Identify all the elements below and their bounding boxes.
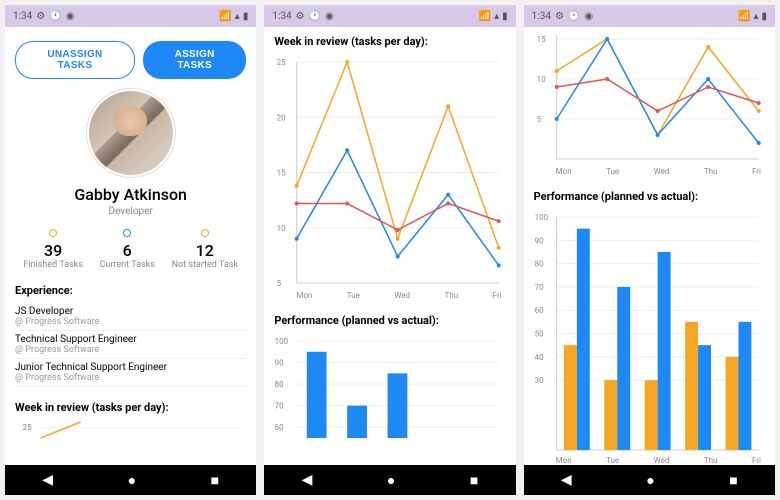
svg-text:100: 100	[275, 337, 289, 346]
x-axis: Mon Tue Wed Thu Fri	[534, 165, 765, 176]
bar-chart-full: 100 90 80 70 60 50 40 30 Mon Tue Wed Thu Fri	[534, 209, 765, 465]
svg-text:100: 100	[534, 213, 548, 222]
avatar[interactable]	[87, 89, 175, 177]
nav-bar: ◀ ● ■	[5, 465, 256, 495]
globe-icon: ◉	[325, 11, 334, 22]
svg-text:10: 10	[536, 75, 545, 84]
section-week: Week in review (tasks per day):	[274, 35, 505, 48]
gear-icon: ⚙	[555, 11, 564, 22]
section-perf: Performance (planned vs actual):	[534, 190, 765, 203]
dot-icon	[123, 229, 131, 237]
dot-icon	[49, 229, 57, 237]
svg-text:15: 15	[536, 35, 545, 44]
back-icon[interactable]: ◀	[42, 472, 53, 488]
svg-text:5: 5	[277, 279, 282, 288]
clock-icon: 🕐	[49, 11, 61, 22]
back-icon[interactable]: ◀	[302, 472, 313, 488]
scroll-content[interactable]: Week in review (tasks per day): 25 20 15 10…	[264, 27, 515, 465]
svg-text:15: 15	[277, 169, 286, 178]
battery-icon: ▮	[502, 11, 508, 22]
nav-bar: ◀ ● ■	[524, 465, 775, 495]
home-icon[interactable]: ●	[387, 472, 395, 489]
svg-text:30: 30	[534, 376, 543, 385]
line-chart-week: 25 20 15 10 5 Mon Tue Wed Thu Fri	[274, 54, 505, 300]
phone-frame-2: 1:34 ⚙ 🕐 ◉ 📶▴▮ Week in review (tasks per da…	[263, 4, 516, 496]
section-week: Week in review (tasks per day):	[15, 401, 246, 414]
dot-icon	[201, 229, 209, 237]
phone-frame-3: 1:34 ⚙ 🕐 ◉ 📶▴▮ 15 10 5 Mon Tue Wed Thu Fri Pe…	[523, 4, 776, 496]
stats-row: 39Finished Tasks 6Current Tasks 12Not st…	[15, 229, 246, 270]
stat-notstarted: 12Not started Task	[172, 229, 238, 270]
back-icon[interactable]: ◀	[561, 472, 572, 488]
globe-icon: ◉	[584, 11, 593, 22]
signal-icon: ▴	[753, 11, 758, 22]
bar-chart-peek: 100 90 80 70 60	[274, 333, 505, 438]
time: 1:34	[272, 11, 291, 22]
svg-text:70: 70	[275, 402, 284, 411]
nav-bar: ◀ ● ■	[264, 465, 515, 495]
status-bar: 1:34 ⚙ 🕐 ◉ 📶▴▮	[524, 5, 775, 27]
svg-text:60: 60	[534, 306, 543, 315]
home-icon[interactable]: ●	[646, 472, 654, 489]
experience-item: JS Developer@ Progress Software	[15, 303, 246, 331]
scroll-content[interactable]: UNASSIGN TASKS ASSIGN TASKS Gabby Atkins…	[5, 27, 256, 465]
svg-text:50: 50	[534, 330, 543, 339]
svg-text:80: 80	[275, 380, 284, 389]
wifi-icon: 📶	[738, 11, 750, 22]
svg-text:60: 60	[275, 423, 284, 432]
clock-icon: 🕐	[309, 11, 321, 22]
battery-icon: ▮	[761, 11, 767, 22]
experience-item: Technical Support Engineer@ Progress Sof…	[15, 331, 246, 359]
signal-icon: ▴	[235, 11, 240, 22]
line-chart-top: 15 10 5 Mon Tue Wed Thu Fri	[534, 35, 765, 176]
svg-text:10: 10	[277, 224, 286, 233]
svg-text:25: 25	[23, 423, 32, 432]
svg-text:90: 90	[275, 359, 284, 368]
signal-icon: ▴	[494, 11, 499, 22]
stat-current: 6Current Tasks	[100, 229, 155, 270]
stat-finished: 39Finished Tasks	[23, 229, 82, 270]
experience-item: Junior Technical Support Engineer@ Progr…	[15, 359, 246, 387]
svg-text:70: 70	[534, 283, 543, 292]
section-experience: Experience:	[15, 284, 246, 297]
gear-icon: ⚙	[296, 11, 305, 22]
status-bar: 1:34 ⚙ 🕐 ◉ 📶 ▴▮	[5, 5, 256, 27]
scroll-content[interactable]: 15 10 5 Mon Tue Wed Thu Fri Performance (p…	[524, 27, 775, 465]
time: 1:34	[13, 11, 32, 22]
svg-text:5: 5	[536, 115, 541, 124]
profile-name: Gabby Atkinson	[15, 185, 246, 204]
recent-icon[interactable]: ■	[729, 472, 737, 489]
svg-text:25: 25	[277, 58, 286, 67]
phone-frame-1: 1:34 ⚙ 🕐 ◉ 📶 ▴▮ UNASSIGN TASKS ASSIGN TASKS …	[4, 4, 257, 496]
home-icon[interactable]: ●	[128, 472, 136, 489]
gear-icon: ⚙	[36, 11, 45, 22]
status-bar: 1:34 ⚙ 🕐 ◉ 📶▴▮	[264, 5, 515, 27]
section-perf: Performance (planned vs actual):	[274, 314, 505, 327]
clock-icon: 🕐	[568, 11, 580, 22]
svg-text:90: 90	[534, 236, 543, 245]
wifi-icon: 📶	[479, 11, 491, 22]
svg-text:80: 80	[534, 260, 543, 269]
svg-text:40: 40	[534, 353, 543, 362]
time: 1:34	[532, 11, 551, 22]
unassign-tasks-button[interactable]: UNASSIGN TASKS	[15, 41, 135, 79]
assign-tasks-button[interactable]: ASSIGN TASKS	[143, 41, 246, 79]
recent-icon[interactable]: ■	[211, 472, 219, 489]
svg-text:20: 20	[277, 113, 286, 122]
wifi-icon: 📶	[219, 11, 231, 22]
x-axis: Mon Tue Wed Thu Fri	[534, 454, 765, 465]
recent-icon[interactable]: ■	[470, 472, 478, 489]
profile-role: Developer	[15, 206, 246, 217]
line-chart-peek: 25	[15, 420, 246, 450]
battery-icon: ▮	[243, 11, 249, 22]
globe-icon: ◉	[66, 11, 75, 22]
x-axis: Mon Tue Wed Thu Fri	[274, 289, 505, 300]
